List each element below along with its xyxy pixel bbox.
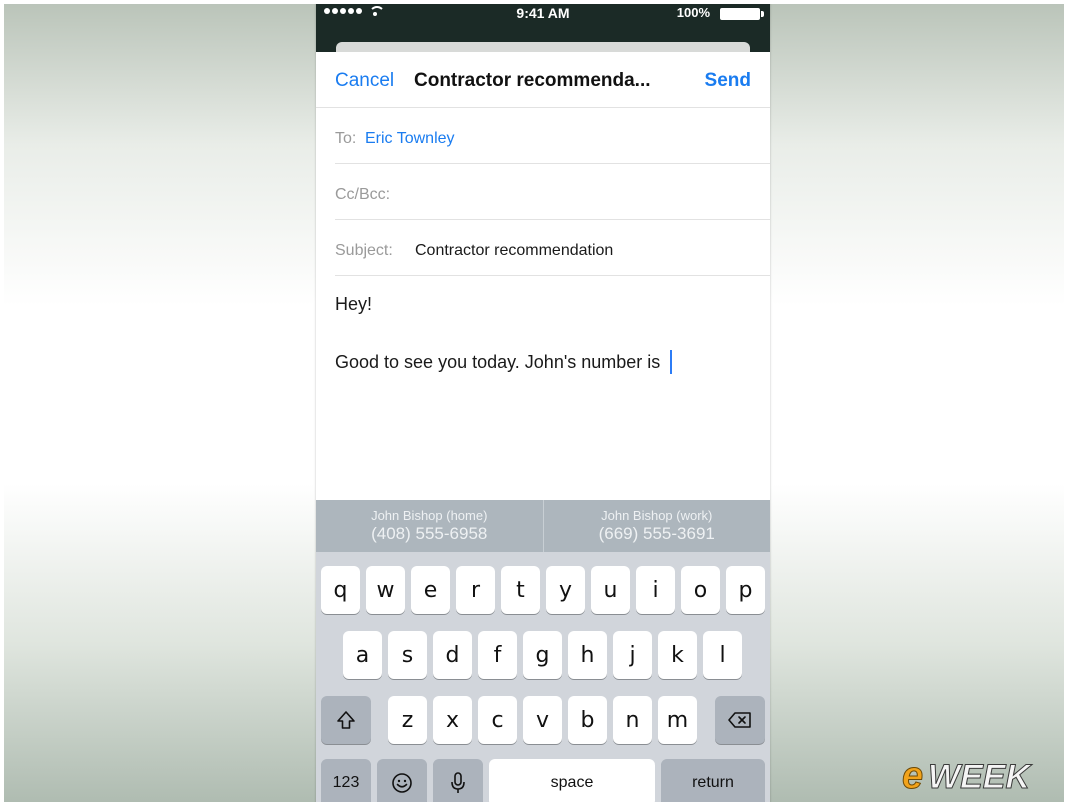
key-e[interactable]: e: [411, 566, 450, 614]
to-label: To:: [335, 130, 357, 147]
cc-bcc-label: Cc/Bcc:: [335, 186, 391, 203]
subject-field[interactable]: Subject: Contractor recommendation: [335, 220, 770, 276]
quicktype-suggestions: John Bishop (home) (408) 555-6958 John B…: [316, 500, 770, 552]
suggestion-number: (669) 555-3691: [598, 524, 715, 543]
compose-title: Contractor recommenda...: [414, 70, 651, 91]
key-w[interactable]: w: [366, 566, 405, 614]
space-key[interactable]: space: [489, 759, 655, 806]
mail-compose-sheet: Cancel Contractor recommenda... Send To:…: [316, 52, 770, 500]
svg-text:e: e: [902, 755, 923, 796]
body-line-message: Good to see you today. John's number is: [335, 348, 755, 376]
key-b[interactable]: b: [568, 696, 607, 744]
to-field[interactable]: To: Eric Townley: [335, 108, 770, 164]
key-k[interactable]: k: [658, 631, 697, 679]
suggestion-number: (408) 555-6958: [371, 524, 488, 543]
key-m[interactable]: m: [658, 696, 697, 744]
svg-text:WEEK: WEEK: [928, 758, 1032, 796]
subject-value[interactable]: Contractor recommendation: [415, 242, 613, 260]
key-y[interactable]: y: [546, 566, 585, 614]
message-body[interactable]: Hey! Good to see you today. John's numbe…: [335, 290, 755, 376]
suggestion-name: John Bishop (home): [371, 508, 488, 523]
key-i[interactable]: i: [636, 566, 675, 614]
send-button[interactable]: Send: [705, 70, 751, 92]
key-c[interactable]: c: [478, 696, 517, 744]
phone-screen: 9:41 AM 100% Cancel Contractor recommend…: [316, 0, 770, 806]
key-l[interactable]: l: [703, 631, 742, 679]
key-r[interactable]: r: [456, 566, 495, 614]
body-line-message-text: Good to see you today. John's number is: [335, 352, 661, 372]
cc-bcc-field[interactable]: Cc/Bcc:: [335, 164, 770, 220]
key-u[interactable]: u: [591, 566, 630, 614]
key-v[interactable]: v: [523, 696, 562, 744]
suggestion-home-number[interactable]: John Bishop (home) (408) 555-6958: [316, 500, 543, 552]
compose-nav-bar: Cancel Contractor recommenda... Send: [316, 52, 770, 108]
key-n[interactable]: n: [613, 696, 652, 744]
eweek-logo: e WEEK: [900, 752, 1040, 798]
key-o[interactable]: o: [681, 566, 720, 614]
key-z[interactable]: z: [388, 696, 427, 744]
key-j[interactable]: j: [613, 631, 652, 679]
numbers-key[interactable]: 123: [321, 759, 371, 806]
key-s[interactable]: s: [388, 631, 427, 679]
battery-icon: [720, 8, 764, 20]
microphone-icon: [451, 772, 465, 793]
shift-key[interactable]: [321, 696, 371, 744]
shift-icon: [337, 711, 355, 729]
to-recipient[interactable]: Eric Townley: [365, 130, 455, 148]
suggestion-name: John Bishop (work): [601, 508, 713, 523]
cancel-button[interactable]: Cancel: [335, 70, 394, 92]
suggestion-work-number[interactable]: John Bishop (work) (669) 555-3691: [542, 500, 771, 552]
key-h[interactable]: h: [568, 631, 607, 679]
eweek-logo-mark: e WEEK: [902, 755, 1033, 798]
key-p[interactable]: p: [726, 566, 765, 614]
subject-label: Subject:: [335, 242, 393, 259]
key-f[interactable]: f: [478, 631, 517, 679]
key-g[interactable]: g: [523, 631, 562, 679]
text-cursor: [670, 350, 673, 374]
emoji-icon: [392, 773, 412, 793]
body-line-greeting: Hey!: [335, 294, 373, 314]
delete-key[interactable]: [715, 696, 765, 744]
keyboard: q w e r t y u i o p a s d f g h j k l z …: [316, 552, 770, 806]
return-key[interactable]: return: [661, 759, 765, 806]
delete-icon: [728, 712, 751, 728]
key-a[interactable]: a: [343, 631, 382, 679]
status-bar: 9:41 AM 100%: [316, 0, 770, 56]
emoji-key[interactable]: [377, 759, 427, 806]
microphone-key[interactable]: [433, 759, 483, 806]
battery-percent: 100%: [676, 5, 710, 20]
key-x[interactable]: x: [433, 696, 472, 744]
key-d[interactable]: d: [433, 631, 472, 679]
key-q[interactable]: q: [321, 566, 360, 614]
key-t[interactable]: t: [501, 566, 540, 614]
